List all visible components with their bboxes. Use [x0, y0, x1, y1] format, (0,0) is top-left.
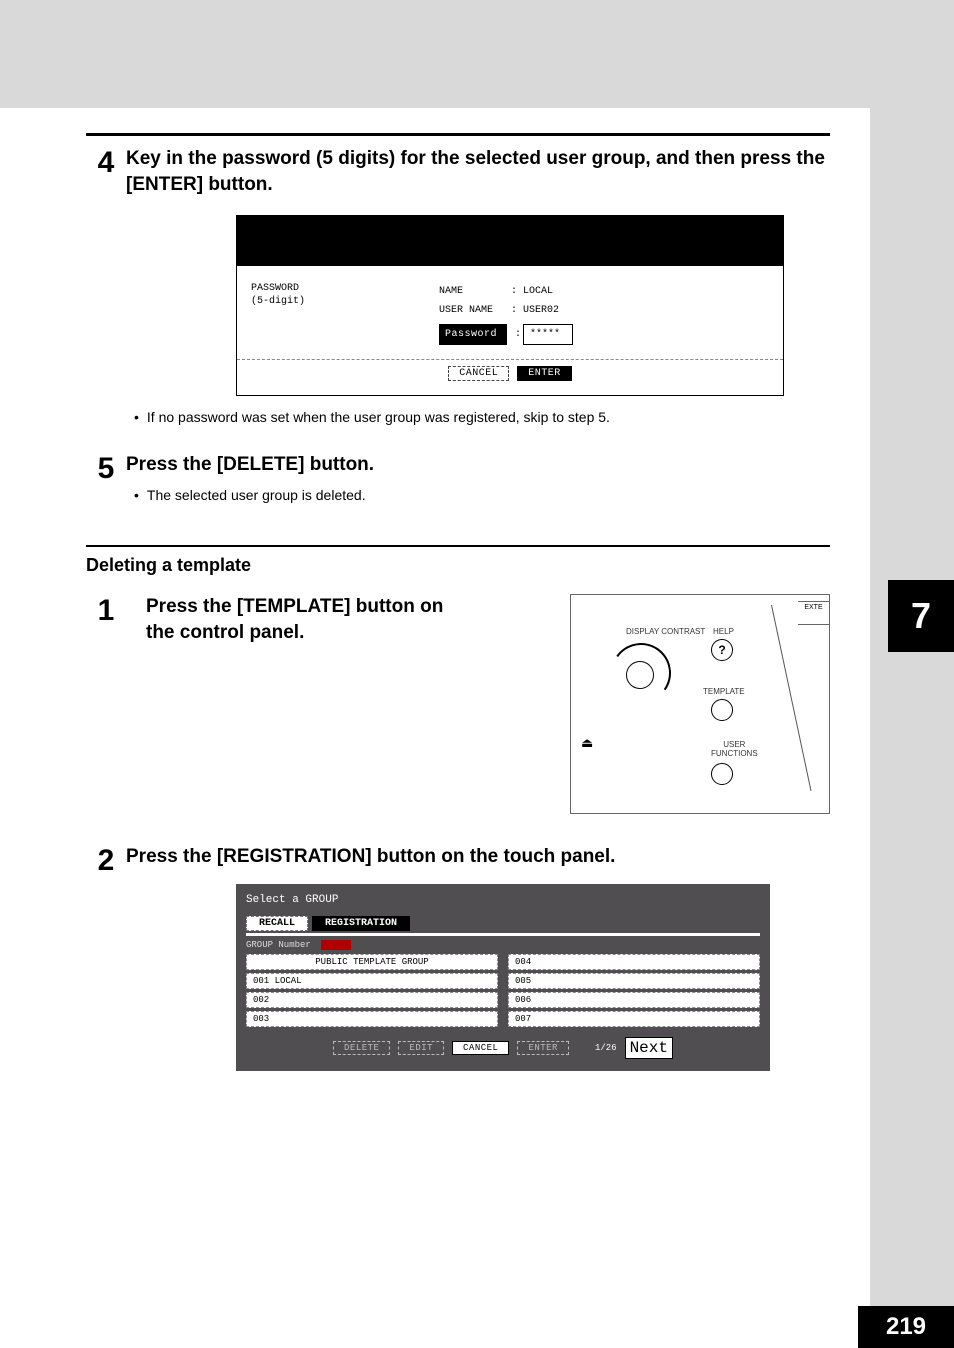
delete-button[interactable]: DELETE: [333, 1041, 390, 1055]
recall-tab[interactable]: RECALL: [246, 916, 308, 931]
group-cell[interactable]: 004: [508, 954, 760, 970]
step-number: 1: [86, 594, 126, 626]
step-title: Press the [DELETE] button.: [126, 452, 830, 478]
group-cell[interactable]: 007: [508, 1011, 760, 1027]
next-button[interactable]: Next: [625, 1037, 673, 1059]
page: 4 Key in the password (5 digits) for the…: [0, 0, 870, 1348]
enter-button[interactable]: ENTER: [517, 1041, 569, 1055]
step-number: 4: [86, 146, 126, 428]
eject-icon: ⏏: [581, 735, 593, 751]
cancel-button[interactable]: CANCEL: [448, 366, 509, 381]
template-label: TEMPLATE: [703, 687, 745, 696]
help-label: HELP: [713, 627, 734, 636]
template-button[interactable]: [711, 699, 733, 721]
page-number: 219: [858, 1306, 954, 1348]
display-contrast-label: DISPLAY CONTRAST: [626, 627, 705, 636]
help-button[interactable]: ?: [711, 639, 733, 661]
username-value: : USER02: [511, 301, 559, 320]
group-cell[interactable]: 002: [246, 992, 498, 1008]
content: 4 Key in the password (5 digits) for the…: [86, 133, 830, 1093]
screen-titlebar: [237, 216, 783, 266]
group-cell[interactable]: PUBLIC TEMPLATE GROUP: [246, 954, 498, 970]
enter-button[interactable]: ENTER: [517, 366, 572, 381]
name-label: NAME: [439, 282, 509, 301]
step-4-note: If no password was set when the user gro…: [134, 408, 830, 428]
chapter-tab: 7: [888, 580, 954, 652]
step-2b: 2 Press the [REGISTRATION] button on the…: [86, 844, 830, 1083]
group-cell[interactable]: 001 LOCAL: [246, 973, 498, 989]
name-value: : LOCAL: [511, 282, 553, 301]
screen2-title: Select a GROUP: [246, 894, 760, 906]
step-1b: 1 Press the [TEMPLATE] button on the con…: [86, 594, 830, 814]
step-title: Key in the password (5 digits) for the s…: [126, 146, 830, 197]
group-cell[interactable]: 005: [508, 973, 760, 989]
step-4-note-text: If no password was set when the user gro…: [147, 408, 610, 428]
user-functions-label-2: FUNCTIONS: [711, 749, 758, 758]
panel-edge-line: [771, 605, 811, 791]
password-field-label[interactable]: Password: [439, 324, 507, 345]
step-number: 5: [86, 452, 126, 505]
user-functions-button[interactable]: [711, 763, 733, 785]
header-strip: [0, 0, 870, 108]
tab-underline: [246, 933, 760, 936]
step-5: 5 Press the [DELETE] button. The selecte…: [86, 452, 830, 505]
divider: [237, 359, 783, 360]
step-5-note: The selected user group is deleted.: [134, 486, 830, 506]
step-number: 2: [86, 844, 126, 1083]
step-5-note-text: The selected user group is deleted.: [147, 486, 366, 506]
group-cell[interactable]: 003: [246, 1011, 498, 1027]
password-label-2: (5-digit): [251, 295, 305, 308]
registration-screen: Select a GROUP RECALL REGISTRATION GROUP…: [236, 884, 770, 1071]
group-cell[interactable]: 006: [508, 992, 760, 1008]
step-title: Press the [REGISTRATION] button on the t…: [126, 844, 830, 870]
page-indicator: 1/26: [595, 1043, 617, 1053]
subsection-rule: [86, 545, 830, 547]
contrast-arc: [606, 638, 676, 708]
control-panel-figure: EXTE DISPLAY CONTRAST HELP ? TEMPLATE US…: [570, 594, 830, 814]
username-label: USER NAME: [439, 301, 509, 320]
top-rule: [86, 133, 830, 136]
subsection-title: Deleting a template: [86, 555, 830, 576]
group-number-cursor[interactable]: [321, 940, 351, 950]
user-functions-label-1: USER: [723, 740, 745, 749]
cancel-button[interactable]: CANCEL: [452, 1041, 509, 1055]
edit-button[interactable]: EDIT: [398, 1041, 444, 1055]
password-input[interactable]: *****: [523, 324, 573, 345]
exte-label: EXTE: [798, 601, 830, 625]
password-screen: PASSWORD (5-digit) NAME : LOCAL USER NAM…: [236, 215, 784, 396]
password-separator: :: [515, 325, 521, 344]
step-4: 4 Key in the password (5 digits) for the…: [86, 146, 830, 428]
step-title: Press the [TEMPLATE] button on the contr…: [146, 594, 476, 645]
registration-tab[interactable]: REGISTRATION: [312, 916, 410, 931]
group-number-label: GROUP Number: [246, 940, 311, 950]
password-label-1: PASSWORD: [251, 282, 305, 295]
